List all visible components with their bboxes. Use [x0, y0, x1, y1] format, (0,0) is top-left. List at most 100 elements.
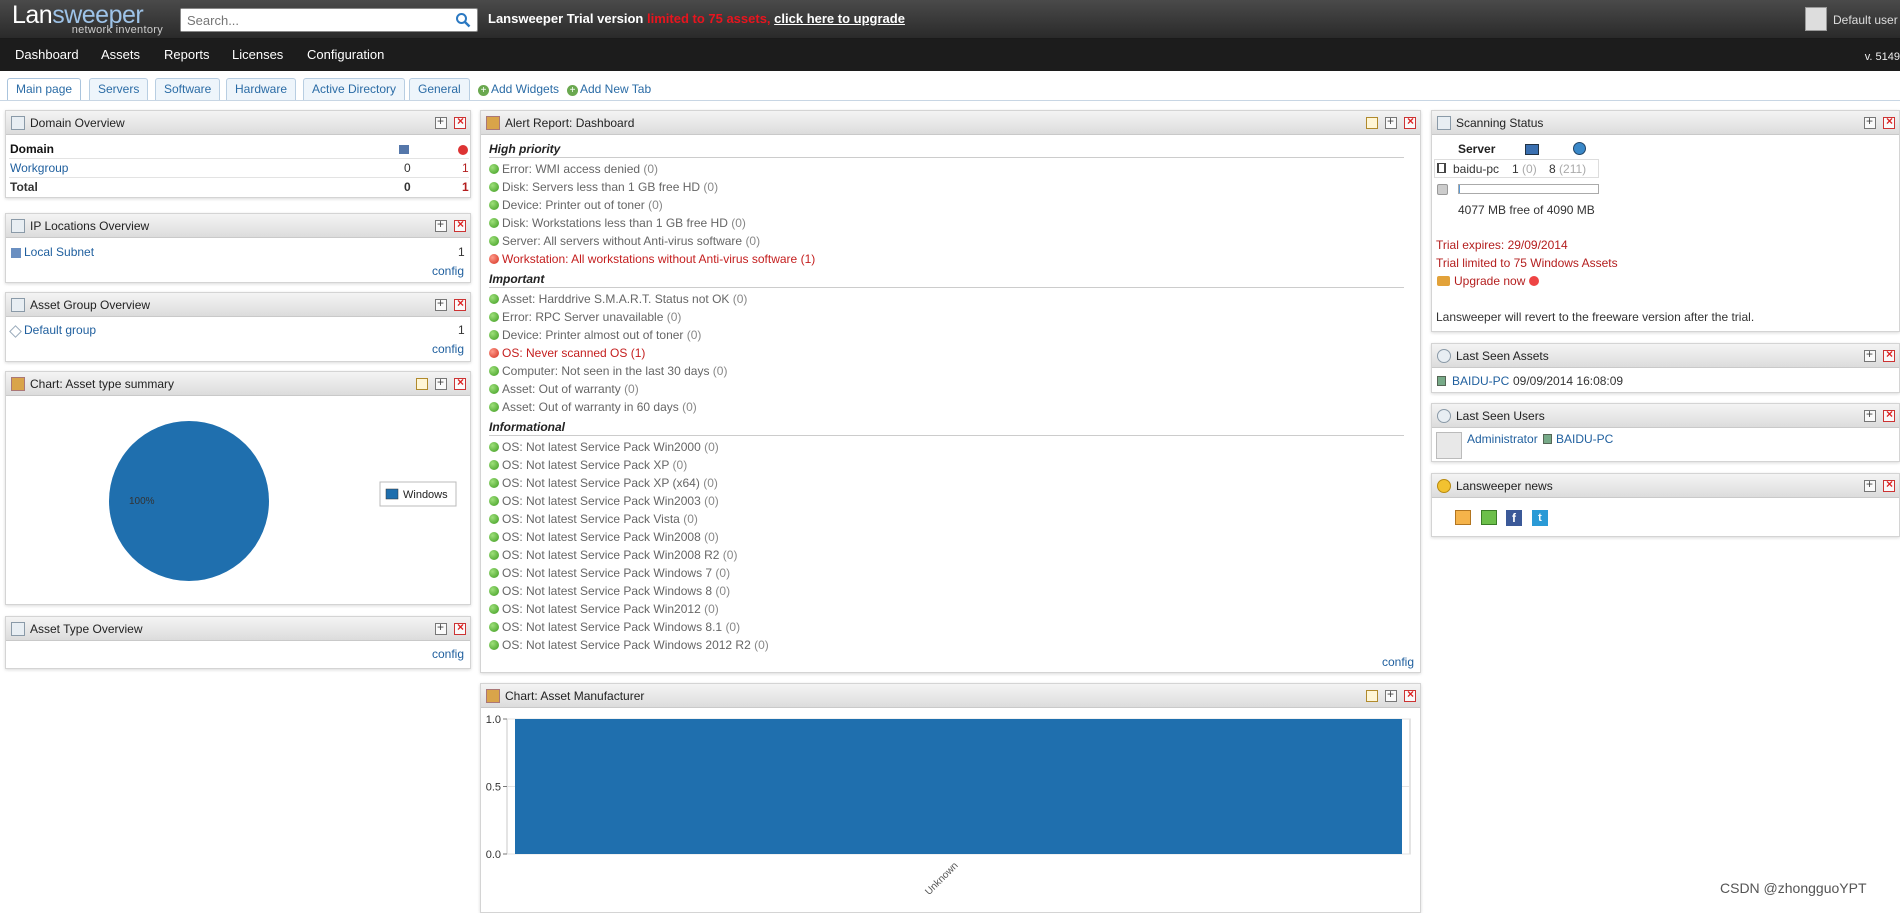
menu-assets[interactable]: Assets	[101, 47, 140, 62]
alert-item[interactable]: OS: Not latest Service Pack Win2003 (0)	[489, 494, 719, 508]
maximize-icon[interactable]	[435, 375, 447, 390]
alert-item[interactable]: Computer: Not seen in the last 30 days (…	[489, 364, 727, 378]
red-status-icon	[489, 254, 499, 264]
facebook-icon[interactable]: f	[1506, 510, 1522, 526]
asset-group-config-link[interactable]: config	[432, 342, 464, 356]
alert-item[interactable]: Disk: Servers less than 1 GB free HD (0)	[489, 180, 718, 194]
asset-type-config-link[interactable]: config	[432, 647, 464, 661]
alert-item[interactable]: OS: Not latest Service Pack Windows 2012…	[489, 638, 769, 652]
lansweeper-logo[interactable]: Lansweeper network inventory	[12, 3, 167, 37]
maximize-icon[interactable]	[1864, 114, 1876, 129]
alert-item[interactable]: Workstation: All workstations without An…	[489, 252, 815, 266]
alert-item[interactable]: OS: Not latest Service Pack Win2000 (0)	[489, 440, 719, 454]
alert-item[interactable]: OS: Not latest Service Pack Win2012 (0)	[489, 602, 719, 616]
alert-item-count: (0)	[732, 292, 748, 306]
alert-item[interactable]: OS: Not latest Service Pack XP (0)	[489, 458, 687, 472]
edit-icon[interactable]	[1366, 117, 1378, 129]
maximize-icon[interactable]	[1385, 114, 1397, 129]
ip-locations-config-link[interactable]: config	[432, 264, 464, 278]
close-icon[interactable]	[454, 375, 466, 390]
tab-servers[interactable]: Servers	[89, 78, 149, 100]
tab-active-directory[interactable]: Active Directory	[303, 78, 406, 100]
alert-item-text: Device: Printer almost out of toner	[502, 328, 684, 342]
maximize-icon[interactable]	[1864, 477, 1876, 492]
domain-workgroup-link[interactable]: Workgroup	[10, 161, 68, 175]
alert-item[interactable]: OS: Not latest Service Pack Windows 8.1 …	[489, 620, 740, 634]
maximize-icon[interactable]	[435, 217, 447, 232]
twitter-icon[interactable]: t	[1532, 510, 1548, 526]
close-icon[interactable]	[1883, 477, 1895, 492]
alert-item[interactable]: Error: WMI access denied (0)	[489, 162, 658, 176]
alert-item[interactable]: Disk: Workstations less than 1 GB free H…	[489, 216, 746, 230]
menu-dashboard[interactable]: Dashboard	[15, 47, 79, 62]
alert-section-header: High priority	[489, 142, 1404, 158]
maximize-icon[interactable]	[1864, 407, 1876, 422]
green-status-icon	[489, 402, 499, 412]
alert-item[interactable]: OS: Not latest Service Pack Windows 8 (0…	[489, 584, 730, 598]
search-icon[interactable]	[455, 12, 471, 28]
alert-config-link[interactable]: config	[1382, 655, 1414, 669]
search-input[interactable]	[181, 9, 441, 31]
maximize-icon[interactable]	[1385, 687, 1397, 702]
alert-item[interactable]: Server: All servers without Anti-virus s…	[489, 234, 760, 248]
menu-configuration[interactable]: Configuration	[307, 47, 384, 62]
last-seen-user-link[interactable]: Administrator	[1467, 432, 1538, 446]
alert-item[interactable]: OS: Not latest Service Pack Win2008 R2 (…	[489, 548, 737, 562]
alert-item-text: OS: Not latest Service Pack Vista	[502, 512, 680, 526]
widget-title: Chart: Asset Manufacturer	[505, 689, 645, 703]
close-icon[interactable]	[1404, 114, 1416, 129]
close-icon[interactable]	[454, 114, 466, 129]
maximize-icon[interactable]	[435, 296, 447, 311]
green-status-icon	[489, 182, 499, 192]
close-icon[interactable]	[1883, 407, 1895, 422]
alert-item[interactable]: OS: Never scanned OS (1)	[489, 346, 645, 360]
alert-item[interactable]: Device: Printer almost out of toner (0)	[489, 328, 701, 342]
alert-item[interactable]: OS: Not latest Service Pack Win2008 (0)	[489, 530, 719, 544]
alert-item[interactable]: Asset: Out of warranty in 60 days (0)	[489, 400, 697, 414]
edit-icon[interactable]	[416, 378, 428, 390]
green-status-icon	[489, 384, 499, 394]
alert-item-text: OS: Not latest Service Pack XP (x64)	[502, 476, 700, 490]
close-icon[interactable]	[454, 620, 466, 635]
user-menu[interactable]: Default user	[1805, 7, 1900, 33]
tab-main-page[interactable]: Main page	[7, 78, 82, 100]
close-icon[interactable]	[1404, 687, 1416, 702]
last-seen-asset-link[interactable]: BAIDU-PC	[1452, 374, 1509, 388]
add-new-tab-link[interactable]: + Add New Tab	[567, 82, 651, 96]
home-icon[interactable]	[1455, 510, 1471, 525]
last-seen-user-pc-link[interactable]: BAIDU-PC	[1556, 432, 1613, 446]
menu-licenses[interactable]: Licenses	[232, 47, 283, 62]
close-icon[interactable]	[454, 217, 466, 232]
alert-item-text: OS: Not latest Service Pack Win2000	[502, 440, 701, 454]
alert-item[interactable]: OS: Not latest Service Pack Vista (0)	[489, 512, 698, 526]
alert-item[interactable]: OS: Not latest Service Pack Windows 7 (0…	[489, 566, 730, 580]
computer-icon	[1525, 144, 1539, 155]
close-icon[interactable]	[454, 296, 466, 311]
tab-hardware[interactable]: Hardware	[226, 78, 297, 100]
upgrade-now-link[interactable]: Upgrade now	[1454, 274, 1539, 288]
local-subnet-link[interactable]: Local Subnet	[24, 245, 94, 259]
alert-item-count: (0)	[725, 620, 741, 634]
alert-item[interactable]: Asset: Out of warranty (0)	[489, 382, 639, 396]
menu-reports[interactable]: Reports	[164, 47, 210, 62]
alert-item-count: (0)	[715, 566, 731, 580]
alert-item[interactable]: OS: Not latest Service Pack XP (x64) (0)	[489, 476, 718, 490]
edit-icon[interactable]	[1366, 690, 1378, 702]
maximize-icon[interactable]	[435, 620, 447, 635]
download-icon[interactable]	[1481, 510, 1497, 525]
add-widgets-link[interactable]: + Add Widgets	[478, 82, 559, 96]
alert-item[interactable]: Error: RPC Server unavailable (0)	[489, 310, 681, 324]
upgrade-link[interactable]: click here to upgrade	[774, 11, 905, 26]
close-icon[interactable]	[1883, 347, 1895, 362]
default-group-count: 1	[458, 323, 465, 337]
close-icon[interactable]	[1883, 114, 1895, 129]
tab-general[interactable]: General	[409, 78, 470, 100]
pie-legend-swatch	[385, 488, 399, 500]
default-group-link[interactable]: Default group	[24, 323, 96, 337]
green-status-icon	[489, 514, 499, 524]
alert-item[interactable]: Asset: Harddrive S.M.A.R.T. Status not O…	[489, 292, 747, 306]
alert-item[interactable]: Device: Printer out of toner (0)	[489, 198, 663, 212]
tab-software[interactable]: Software	[155, 78, 221, 100]
maximize-icon[interactable]	[1864, 347, 1876, 362]
maximize-icon[interactable]	[435, 114, 447, 129]
